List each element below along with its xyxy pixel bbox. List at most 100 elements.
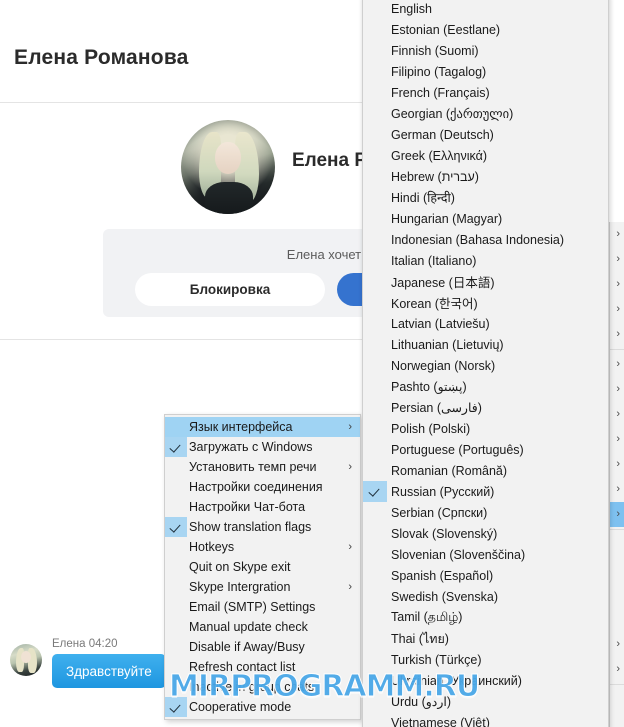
background-submenu-item[interactable] bbox=[610, 687, 624, 712]
language-menu-item[interactable]: Hindi (हिन्दी) bbox=[363, 187, 608, 208]
background-submenu-item[interactable] bbox=[610, 557, 624, 582]
language-menu-item-label: Portuguese (Português) bbox=[391, 442, 524, 457]
context-menu-item[interactable]: Язык интерфейса › bbox=[165, 417, 360, 437]
language-menu-item[interactable]: Russian (Русский) bbox=[363, 481, 608, 502]
background-submenu-item[interactable] bbox=[610, 532, 624, 557]
language-menu-item[interactable]: Italian (Italiano) bbox=[363, 250, 608, 271]
background-submenu-item[interactable]: › bbox=[610, 657, 624, 682]
language-menu-item[interactable]: Hungarian (Magyar) bbox=[363, 208, 608, 229]
language-menu-item[interactable]: Romanian (Română) bbox=[363, 460, 608, 481]
background-submenu-item[interactable]: › bbox=[610, 427, 624, 452]
language-menu-item[interactable]: Greek (Ελληνικά) bbox=[363, 145, 608, 166]
divider bbox=[610, 684, 624, 685]
background-submenu-item[interactable]: › bbox=[610, 272, 624, 297]
check-slot bbox=[363, 439, 387, 460]
context-menu-item[interactable]: Hotkeys › bbox=[165, 537, 360, 557]
background-submenu-item[interactable]: › bbox=[610, 247, 624, 272]
language-menu-item[interactable]: Lithuanian (Lietuvių) bbox=[363, 334, 608, 355]
background-submenu-item[interactable] bbox=[610, 582, 624, 607]
language-menu-item-label: Swedish (Svenska) bbox=[391, 589, 498, 604]
language-menu-item[interactable]: Tamil (தமிழ்) bbox=[363, 607, 608, 628]
background-submenu-item[interactable] bbox=[610, 607, 624, 632]
page-title: Елена Романова bbox=[14, 46, 189, 69]
background-submenu-item[interactable]: › bbox=[610, 297, 624, 322]
context-menu-item[interactable]: Загружать с Windows bbox=[165, 437, 360, 457]
background-submenu-item[interactable]: › bbox=[610, 502, 624, 527]
language-menu-item[interactable]: German (Deutsch) bbox=[363, 124, 608, 145]
background-submenu[interactable]: › › › › › › › › › › › › › › bbox=[609, 222, 624, 727]
background-submenu-item[interactable]: › bbox=[610, 452, 624, 477]
background-submenu-item[interactable]: › bbox=[610, 322, 624, 347]
check-slot bbox=[363, 460, 387, 481]
language-menu-item[interactable]: Slovak (Slovenský) bbox=[363, 523, 608, 544]
check-slot bbox=[363, 124, 387, 145]
language-menu-item[interactable]: Portuguese (Português) bbox=[363, 439, 608, 460]
language-menu-item[interactable]: French (Français) bbox=[363, 82, 608, 103]
check-slot bbox=[363, 250, 387, 271]
context-menu-item[interactable]: Email (SMTP) Settings bbox=[165, 597, 360, 617]
language-menu-item[interactable]: Norwegian (Norsk) bbox=[363, 355, 608, 376]
check-slot bbox=[363, 649, 387, 670]
context-menu-item[interactable]: Skype Intergration › bbox=[165, 577, 360, 597]
language-menu-item[interactable]: Hebrew (עברית) bbox=[363, 166, 608, 187]
language-menu-item[interactable]: Georgian (ქართული) bbox=[363, 103, 608, 124]
language-menu-item[interactable]: Swedish (Svenska) bbox=[363, 586, 608, 607]
check-slot bbox=[165, 477, 187, 497]
chevron-right-icon: › bbox=[348, 461, 352, 473]
language-menu-item[interactable]: Spanish (Español) bbox=[363, 565, 608, 586]
language-menu-item-label: Slovak (Slovenský) bbox=[391, 526, 498, 541]
language-menu-item[interactable]: Thai (ไทย) bbox=[363, 628, 608, 649]
context-menu-item[interactable]: Настройки соединения bbox=[165, 477, 360, 497]
check-icon bbox=[363, 481, 387, 502]
check-slot bbox=[363, 313, 387, 334]
context-menu-item-label: Язык интерфейса bbox=[189, 420, 293, 434]
context-menu-item[interactable]: Настройки Чат-бота bbox=[165, 497, 360, 517]
language-menu-item-label: German (Deutsch) bbox=[391, 127, 494, 142]
language-menu-item[interactable]: Vietnamese (Việt) bbox=[363, 712, 608, 727]
language-menu-item-label: Vietnamese (Việt) bbox=[391, 715, 490, 727]
check-slot bbox=[363, 628, 387, 649]
language-menu-item[interactable]: Pashto (پښتو) bbox=[363, 376, 608, 397]
chevron-right-icon: › bbox=[616, 278, 620, 290]
language-menu-item[interactable]: Turkish (Türkçe) bbox=[363, 649, 608, 670]
language-menu-item[interactable]: Filipino (Tagalog) bbox=[363, 61, 608, 82]
context-menu-item[interactable]: Manual update check bbox=[165, 617, 360, 637]
chevron-right-icon: › bbox=[616, 228, 620, 240]
chevron-right-icon: › bbox=[616, 328, 620, 340]
language-menu-item[interactable]: Indonesian (Bahasa Indonesia) bbox=[363, 229, 608, 250]
context-menu-item[interactable]: Установить темп речи › bbox=[165, 457, 360, 477]
block-button[interactable]: Блокировка bbox=[135, 273, 325, 306]
chevron-right-icon: › bbox=[616, 303, 620, 315]
context-menu-item[interactable]: Show translation flags bbox=[165, 517, 360, 537]
background-submenu-item[interactable]: › bbox=[610, 222, 624, 247]
language-menu-item[interactable]: Slovenian (Slovenščina) bbox=[363, 544, 608, 565]
language-menu-item[interactable]: Estonian (Eestlane) bbox=[363, 19, 608, 40]
language-menu-item[interactable]: Japanese (日本語) bbox=[363, 271, 608, 292]
context-menu-item[interactable]: Disable if Away/Busy bbox=[165, 637, 360, 657]
language-menu-item[interactable]: Persian (فارسی) bbox=[363, 397, 608, 418]
language-menu-item-label: Tamil (தமிழ்) bbox=[391, 609, 463, 624]
context-menu-item[interactable]: Quit on Skype exit bbox=[165, 557, 360, 577]
language-menu-item[interactable]: Latvian (Latviešu) bbox=[363, 313, 608, 334]
background-submenu-item[interactable]: › bbox=[610, 632, 624, 657]
background-submenu-item[interactable]: › bbox=[610, 402, 624, 427]
check-slot bbox=[363, 502, 387, 523]
background-submenu-item[interactable]: › bbox=[610, 377, 624, 402]
language-menu-item[interactable]: Serbian (Српски) bbox=[363, 502, 608, 523]
message-meta: Елена 04:20 bbox=[52, 638, 118, 650]
interface-language-menu[interactable]: English Estonian (Eestlane) Finnish (Suomi… bbox=[362, 0, 609, 727]
avatar bbox=[181, 120, 275, 214]
background-submenu-item[interactable]: › bbox=[610, 477, 624, 502]
chevron-right-icon: › bbox=[616, 508, 620, 520]
context-menu-item-label: Quit on Skype exit bbox=[189, 560, 291, 574]
language-menu-item[interactable]: English bbox=[363, 0, 608, 19]
language-menu-item[interactable]: Finnish (Suomi) bbox=[363, 40, 608, 61]
chevron-right-icon: › bbox=[616, 638, 620, 650]
context-menu-item-label: Загружать с Windows bbox=[189, 440, 313, 454]
language-menu-item[interactable]: Polish (Polski) bbox=[363, 418, 608, 439]
chevron-right-icon: › bbox=[616, 408, 620, 420]
check-slot bbox=[363, 0, 387, 19]
language-menu-item[interactable]: Korean (한국어) bbox=[363, 292, 608, 313]
watermark: MIRPROGRAMM.RU bbox=[168, 669, 480, 705]
background-submenu-item[interactable]: › bbox=[610, 352, 624, 377]
